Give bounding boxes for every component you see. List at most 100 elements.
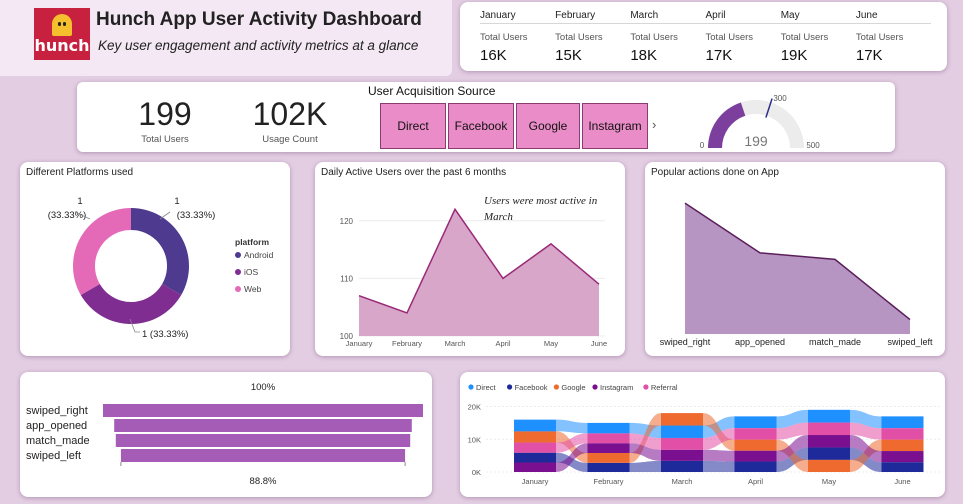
ribbon-segment-facebook[interactable] xyxy=(587,462,630,472)
ribbon-segment-google[interactable] xyxy=(587,453,630,463)
ribbon-segment-direct[interactable] xyxy=(587,422,630,434)
legend-label-web[interactable]: Web xyxy=(244,284,262,294)
ribbon-segment-instagram[interactable] xyxy=(808,435,850,448)
source-button-instagram[interactable]: Instagram xyxy=(582,103,648,149)
funnel-bar-swiped_left[interactable] xyxy=(120,449,406,462)
ribbon-segment-referral[interactable] xyxy=(808,422,850,436)
ribbon-segment-instagram[interactable] xyxy=(661,449,703,461)
ribbon-segment-referral[interactable] xyxy=(587,433,630,444)
popular-area xyxy=(685,203,910,334)
ribbon-segment-direct[interactable] xyxy=(881,416,924,429)
month-caption: Total Users xyxy=(555,32,603,43)
ribbon-segment-referral[interactable] xyxy=(661,437,703,450)
ribbon-band-facebook xyxy=(703,460,735,472)
ribbon-segment-referral[interactable] xyxy=(881,428,924,440)
ribbon-segment-instagram[interactable] xyxy=(587,443,630,454)
legend-label-android[interactable]: Android xyxy=(244,250,274,260)
gauge-fill xyxy=(708,102,746,148)
funnel-label: swiped_right xyxy=(26,405,88,417)
ribbon-segment-direct[interactable] xyxy=(661,425,703,438)
ribbon-legend-label[interactable]: Instagram xyxy=(600,383,633,392)
source-button-google[interactable]: Google xyxy=(516,103,580,149)
ribbon-segment-referral[interactable] xyxy=(514,442,556,453)
ribbon-segment-instagram[interactable] xyxy=(734,450,777,462)
ribbon-legend-label[interactable]: Facebook xyxy=(515,383,548,392)
month-kpi: June Total Users 17K xyxy=(855,10,932,64)
chevron-right-icon[interactable]: › xyxy=(652,117,656,132)
ribbon-card: Direct Facebook Google Instagram Referral 0K… xyxy=(460,372,945,497)
hunch-logo: hunch xyxy=(34,8,90,60)
ribbon-segment-referral[interactable] xyxy=(734,428,777,440)
web-slice-label: 1 xyxy=(77,196,82,207)
funnel-label: app_opened xyxy=(26,420,87,432)
page-subtitle: Key user engagement and activity metrics… xyxy=(98,38,419,53)
android-leader-line xyxy=(159,211,171,220)
ribbon-segment-direct[interactable] xyxy=(734,416,777,429)
dau-xtick-label: February xyxy=(392,339,422,348)
ribbon-legend-dot xyxy=(507,384,513,390)
funnel-label: match_made xyxy=(26,435,90,447)
month-name: May xyxy=(780,10,856,24)
ribbon-legend-dot xyxy=(643,384,649,390)
legend-dot-ios xyxy=(235,269,241,275)
legend-label-ios[interactable]: iOS xyxy=(244,267,259,277)
ribbon-segment-facebook[interactable] xyxy=(808,447,850,460)
source-button-facebook[interactable]: Facebook xyxy=(448,103,514,149)
ribbon-segment-direct[interactable] xyxy=(808,409,850,423)
usage-count-value: 102K xyxy=(252,96,328,132)
funnel-bar-swiped_right[interactable] xyxy=(103,404,423,417)
ribbon-segment-google[interactable] xyxy=(661,413,703,426)
source-button-direct[interactable]: Direct xyxy=(380,103,446,149)
ribbon-ytick-label: 20K xyxy=(468,403,481,412)
ribbon-legend-label[interactable]: Direct xyxy=(476,383,497,392)
ribbon-ytick-label: 0K xyxy=(472,468,481,477)
ribbon-segment-instagram[interactable] xyxy=(881,451,924,463)
dau-ytick-label: 110 xyxy=(340,274,353,283)
ribbon-xtick-label: March xyxy=(672,477,693,486)
gauge-max-label: 500 xyxy=(806,141,820,150)
funnel-bar-app_opened[interactable] xyxy=(114,419,412,432)
total-users-caption: Total Users xyxy=(141,134,189,145)
popular-xtick-label: swiped_right xyxy=(660,337,711,347)
ribbon-segment-google[interactable] xyxy=(808,459,850,472)
month-kpi: May Total Users 19K xyxy=(780,10,856,64)
ribbon-segment-facebook[interactable] xyxy=(734,461,777,472)
ribbon-segment-google[interactable] xyxy=(881,439,924,452)
ribbon-legend-dot xyxy=(468,384,474,390)
donut-slice-ios[interactable] xyxy=(80,284,182,324)
ribbon-xtick-label: June xyxy=(894,477,910,486)
month-kpi: January Total Users 16K xyxy=(480,10,556,64)
ribbon-segment-google[interactable] xyxy=(514,431,556,443)
dau-annotation-line2: March xyxy=(483,211,513,223)
dau-xtick-label: January xyxy=(346,339,373,348)
popular-xtick-label: app_opened xyxy=(735,337,785,347)
month-caption: Total Users xyxy=(855,32,904,43)
ribbon-segment-facebook[interactable] xyxy=(881,462,924,472)
dau-ytick-label: 120 xyxy=(340,217,354,226)
ribbon-legend-label[interactable]: Google xyxy=(561,383,585,392)
month-caption: Total Users xyxy=(705,32,754,43)
android-slice-label: 1 xyxy=(174,196,179,207)
page-title: Hunch App User Activity Dashboard xyxy=(96,9,422,30)
ribbon-segment-direct[interactable] xyxy=(514,419,556,432)
gauge-target-label: 300 xyxy=(773,94,787,103)
month-kpi: April Total Users 17K xyxy=(705,10,781,64)
popular-actions-chart: swiped_right app_opened match_made swiped_l… xyxy=(660,202,933,347)
ribbon-legend-label[interactable]: Referral xyxy=(651,383,678,392)
month-name: June xyxy=(855,10,932,24)
dau-annotation-line1: Users were most active in xyxy=(484,195,598,207)
donut-slice-android[interactable] xyxy=(131,208,189,295)
ribbon-segment-google[interactable] xyxy=(734,439,777,451)
funnel-bar-match_made[interactable] xyxy=(115,434,411,447)
donut-slice-web[interactable] xyxy=(73,208,131,295)
ribbon-xtick-label: May xyxy=(822,477,836,486)
dau-xtick-label: March xyxy=(445,339,466,348)
dau-area-chart: 100110120January February March April May Jun… xyxy=(340,195,607,348)
ribbon-segment-facebook[interactable] xyxy=(514,452,556,463)
ribbon-segment-facebook[interactable] xyxy=(661,460,703,472)
month-name: April xyxy=(705,10,781,24)
gauge-value: 199 xyxy=(744,133,768,149)
ribbon-segment-instagram[interactable] xyxy=(514,462,556,472)
dau-xtick-label: May xyxy=(544,339,558,348)
dau-card: Daily Active Users over the past 6 month… xyxy=(315,162,625,356)
